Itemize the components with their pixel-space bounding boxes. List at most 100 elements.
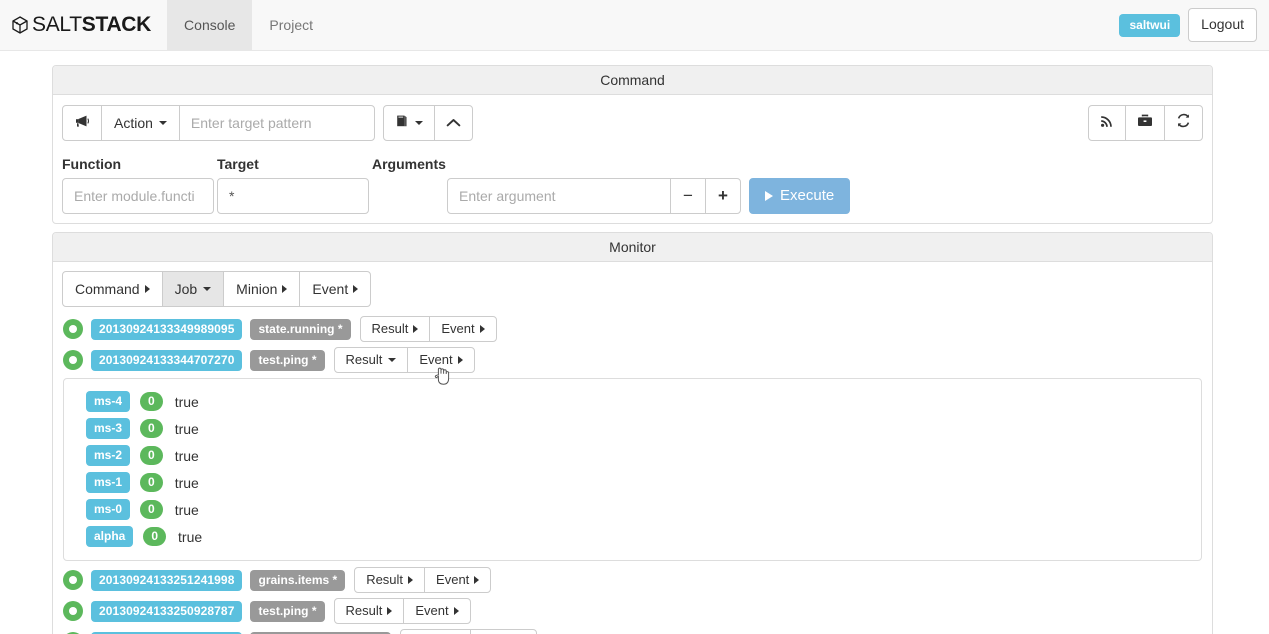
job-event-button[interactable]: Event <box>424 567 491 593</box>
book-dropdown-button[interactable] <box>383 105 435 141</box>
chevron-right-icon-minion <box>282 285 287 293</box>
table-row[interactable]: 20130924133250906627 runner.manage.statu… <box>63 629 1202 634</box>
list-item: ms-4 0 true <box>64 388 1201 415</box>
job-result-button[interactable]: Result <box>334 598 405 624</box>
job-result-label: Result <box>346 351 383 369</box>
monitor-tab-event[interactable]: Event <box>299 271 371 307</box>
monitor-tab-job-label: Job <box>175 279 198 299</box>
monitor-tab-job[interactable]: Job <box>162 271 225 307</box>
minion-badge[interactable]: ms-4 <box>86 391 130 412</box>
chevron-right-icon-event2 <box>480 325 485 333</box>
play-icon <box>765 191 773 201</box>
job-result-button-active[interactable]: Result <box>334 347 409 373</box>
monitor-tab-group: Command Job Minion Event <box>62 271 1203 307</box>
list-item: ms-3 0 true <box>64 415 1201 442</box>
add-argument-button[interactable]: + <box>705 178 741 214</box>
action-dropdown-label: Action <box>114 113 153 133</box>
monitor-panel: Monitor Command Job Minion Event <box>52 232 1213 634</box>
job-result-button[interactable]: Result <box>360 316 431 342</box>
job-actions: Result Event <box>334 347 475 373</box>
table-row[interactable]: 20130924133349989095 state.running * Res… <box>63 316 1202 342</box>
remove-argument-button[interactable]: − <box>670 178 706 214</box>
monitor-tab-event-label: Event <box>312 279 348 299</box>
command-extra-buttons <box>383 105 473 141</box>
job-event-label: Event <box>436 571 469 589</box>
job-id-badge[interactable]: 20130924133250928787 <box>91 601 242 622</box>
chevron-down-icon <box>159 121 167 125</box>
command-panel-body: Action <box>53 95 1212 223</box>
retcode-badge: 0 <box>140 473 163 492</box>
job-result-button[interactable]: Result <box>354 567 425 593</box>
collapse-button[interactable] <box>434 105 473 141</box>
minion-badge[interactable]: ms-3 <box>86 418 130 439</box>
refresh-button[interactable] <box>1164 105 1203 141</box>
job-function-badge: test.ping * <box>250 350 324 371</box>
target-label: Target <box>217 156 372 172</box>
job-result-detail-box: ms-4 0 true ms-3 0 true ms-2 0 true <box>63 378 1202 561</box>
megaphone-button[interactable] <box>62 105 102 141</box>
job-id-badge[interactable]: 20130924133344707270 <box>91 350 242 371</box>
command-right-toolbar <box>1088 105 1203 141</box>
job-event-button[interactable]: Event <box>407 347 474 373</box>
job-result-label: Result <box>346 602 383 620</box>
retcode-badge: 0 <box>140 500 163 519</box>
brand-logo[interactable]: SALTSTACK <box>0 0 167 50</box>
chevron-right-icon-result <box>413 325 418 333</box>
monitor-panel-title: Monitor <box>53 233 1212 262</box>
retcode-badge: 0 <box>140 392 163 411</box>
logout-button[interactable]: Logout <box>1188 8 1257 42</box>
brand-text-stack: STACK <box>82 13 151 37</box>
rss-feed-button[interactable] <box>1088 105 1126 141</box>
monitor-tab-command-label: Command <box>75 279 140 299</box>
result-value: true <box>175 475 199 491</box>
chevron-down-icon-job <box>203 287 211 291</box>
minion-badge[interactable]: alpha <box>86 526 133 547</box>
job-function-badge: grains.items * <box>250 570 345 591</box>
execute-button[interactable]: Execute <box>749 178 850 214</box>
status-success-icon <box>63 570 83 590</box>
arguments-label: Arguments <box>372 156 492 172</box>
status-success-icon <box>63 601 83 621</box>
function-input[interactable] <box>62 178 214 214</box>
briefcase-icon <box>1137 113 1153 133</box>
result-value: true <box>175 421 199 437</box>
target-pattern-input[interactable] <box>179 105 375 141</box>
command-panel-title: Command <box>53 66 1212 95</box>
minion-badge[interactable]: ms-2 <box>86 445 130 466</box>
username-badge[interactable]: saltwui <box>1119 14 1180 37</box>
action-dropdown-button[interactable]: Action <box>101 105 180 141</box>
status-success-icon <box>63 319 83 339</box>
job-function-badge: state.running * <box>250 319 350 340</box>
table-row[interactable]: 20130924133250928787 test.ping * Result … <box>63 598 1202 624</box>
list-item: alpha 0 true <box>64 523 1201 550</box>
command-panel: Command A <box>52 65 1213 224</box>
chevron-right-icon-event5 <box>454 607 459 615</box>
job-event-button[interactable]: Event <box>403 598 470 624</box>
list-item: ms-1 0 true <box>64 469 1201 496</box>
nav-tab-console[interactable]: Console <box>167 0 252 50</box>
cube-icon <box>10 15 30 35</box>
job-actions: Result Event <box>334 598 471 624</box>
briefcase-button[interactable] <box>1125 105 1165 141</box>
target-input[interactable] <box>217 178 369 214</box>
monitor-tab-command[interactable]: Command <box>62 271 163 307</box>
monitor-panel-body: Command Job Minion Event <box>53 262 1212 634</box>
command-toolbar-row: Action <box>62 105 1203 141</box>
target-input-group: Action <box>62 105 375 141</box>
table-row[interactable]: 20130924133251241998 grains.items * Resu… <box>63 567 1202 593</box>
job-id-badge[interactable]: 20130924133349989095 <box>91 319 242 340</box>
chevron-right-icon-result4 <box>387 607 392 615</box>
monitor-tab-minion[interactable]: Minion <box>223 271 300 307</box>
job-result-button[interactable]: Result <box>400 629 471 634</box>
nav-tab-project[interactable]: Project <box>252 0 330 50</box>
job-result-label: Result <box>366 571 403 589</box>
minion-badge[interactable]: ms-1 <box>86 472 130 493</box>
job-event-button[interactable]: Event <box>470 629 537 634</box>
job-id-badge[interactable]: 20130924133251241998 <box>91 570 242 591</box>
minion-badge[interactable]: ms-0 <box>86 499 130 520</box>
job-event-button[interactable]: Event <box>429 316 496 342</box>
fields-row: − + Execute <box>62 178 1203 214</box>
arguments-input[interactable] <box>447 178 671 214</box>
job-event-label: Event <box>441 320 474 338</box>
table-row[interactable]: 20130924133344707270 test.ping * Result … <box>63 347 1202 373</box>
